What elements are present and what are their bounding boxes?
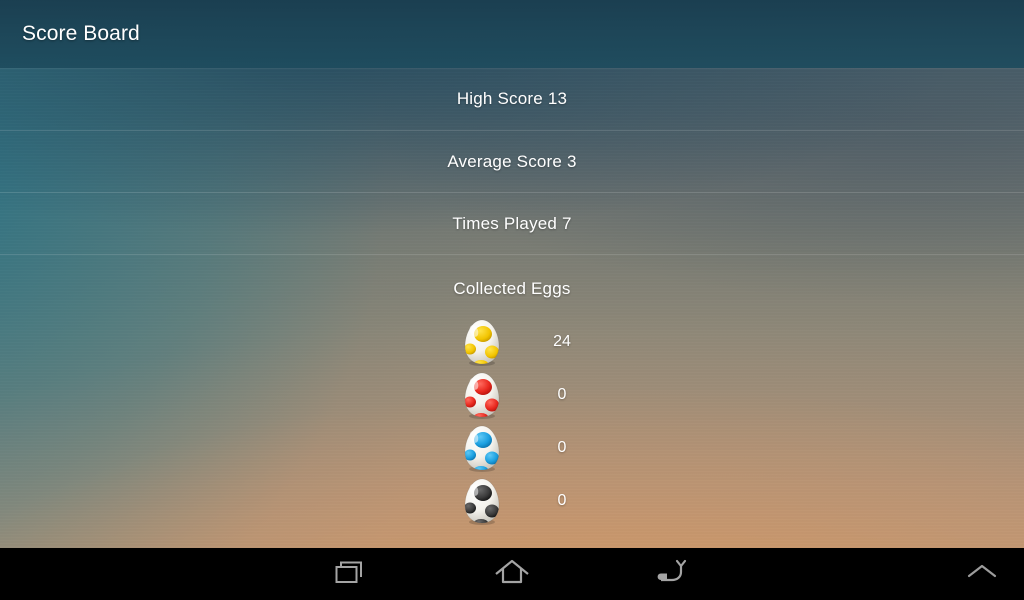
main-content: High Score 13 Average Score 3 Times Play… bbox=[0, 68, 1024, 548]
collected-eggs-title: Collected Eggs bbox=[453, 279, 571, 298]
egg-row-yellow[interactable]: 24 bbox=[0, 315, 1024, 368]
stat-label-high-score: High Score 13 bbox=[456, 89, 568, 108]
egg-icon-yellow bbox=[456, 318, 508, 366]
egg-row-blue[interactable]: 0 bbox=[0, 421, 1024, 474]
egg-count-yellow: 24 bbox=[553, 332, 571, 350]
egg-icon-red bbox=[456, 371, 508, 419]
android-navigation-bar bbox=[0, 548, 1024, 600]
egg-list: 24 0 0 0 bbox=[0, 315, 1024, 527]
page-title: Score Board bbox=[22, 22, 140, 45]
back-icon bbox=[655, 557, 689, 592]
expand-button[interactable] bbox=[940, 548, 1024, 600]
egg-count-black: 0 bbox=[557, 491, 567, 509]
recents-button[interactable] bbox=[312, 551, 392, 597]
home-icon bbox=[493, 557, 531, 592]
egg-icon-black bbox=[456, 477, 508, 525]
action-bar: Score Board bbox=[0, 0, 1024, 68]
score-board-screen: Score Board High Score 13 Average Score … bbox=[0, 0, 1024, 600]
stat-row-average-score[interactable]: Average Score 3 bbox=[0, 130, 1024, 192]
back-button[interactable] bbox=[632, 551, 712, 597]
collected-eggs-section: Collected Eggs 24 0 0 0 bbox=[0, 254, 1024, 527]
egg-count-red: 0 bbox=[557, 385, 567, 403]
recents-icon bbox=[335, 557, 369, 592]
chevron-up-icon bbox=[965, 562, 999, 587]
stat-row-times-played[interactable]: Times Played 7 bbox=[0, 192, 1024, 254]
home-button[interactable] bbox=[472, 551, 552, 597]
navigation-buttons bbox=[312, 551, 712, 597]
stat-label-average-score: Average Score 3 bbox=[447, 151, 577, 171]
egg-row-black[interactable]: 0 bbox=[0, 474, 1024, 527]
stat-label-times-played: Times Played 7 bbox=[452, 213, 572, 233]
egg-count-blue: 0 bbox=[557, 438, 567, 456]
egg-icon-blue bbox=[456, 424, 508, 472]
stat-row-high-score[interactable]: High Score 13 bbox=[0, 68, 1024, 130]
egg-row-red[interactable]: 0 bbox=[0, 368, 1024, 421]
